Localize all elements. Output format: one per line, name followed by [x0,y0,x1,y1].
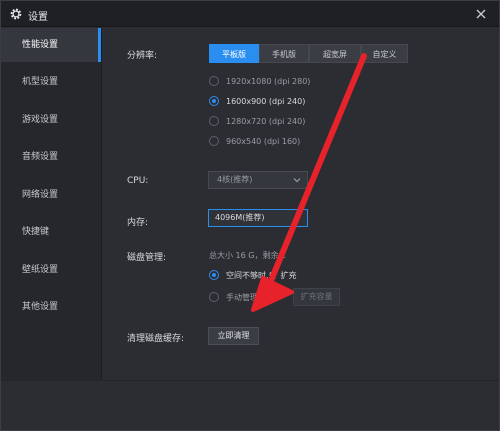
memory-label: 内存: [127,218,149,228]
resolution-option-1600[interactable]: 1600x900 (dpi 240) [209,94,305,108]
sidebar-item-performance[interactable]: 性能设置 [1,28,101,62]
cpu-select[interactable]: 4核(推荐) [208,171,308,189]
sidebar-item-audio[interactable]: 音频设置 [1,140,101,174]
footer-bar [1,380,499,430]
disk-option-auto[interactable]: 空间不够时,自 扩充 [209,268,297,282]
option-text: 空间不够时,自 [226,270,277,280]
settings-window: 设置 性能设置 机型设置 游戏设置 音频设置 网络设置 快捷键 壁纸设置 其他设… [0,0,500,431]
option-text: 1280x720 (dpi 240) [226,116,306,126]
resolution-option-960[interactable]: 960x540 (dpi 160) [209,134,300,148]
sidebar-item-model[interactable]: 机型设置 [1,65,101,99]
resolution-option-1920[interactable]: 1920x1080 (dpi 280) [209,74,310,88]
option-text: 手动管理磁 [226,292,266,302]
disk-summary: 总大小 16 G，剩余 1 [209,251,287,260]
resolution-label: 分辨率: [127,51,158,61]
radio-unchecked-icon [209,292,219,302]
tab-phone[interactable]: 手机版 [259,44,309,63]
sidebar-item-other[interactable]: 其他设置 [1,290,101,324]
cache-label: 清理磁盘缓存: [127,334,185,344]
memory-value: 4096M(推荐) [215,213,265,222]
memory-input[interactable]: 4096M(推荐) [208,209,308,227]
radio-unchecked-icon [209,116,219,126]
disk-option-manual[interactable]: 手动管理磁 [209,290,266,304]
tab-tablet[interactable]: 平板版 [209,44,259,63]
resolution-option-1280[interactable]: 1280x720 (dpi 240) [209,114,305,128]
chevron-down-icon [293,178,301,183]
option-text: 1600x900 (dpi 240) [226,96,306,106]
radio-unchecked-icon [209,136,219,146]
radio-checked-icon [209,96,219,106]
cpu-value: 4核(推荐) [217,175,253,184]
clean-now-button[interactable]: 立即清理 [208,327,259,345]
tab-custom[interactable]: 自定义 [361,44,408,63]
cpu-label: CPU: [127,176,149,186]
radio-checked-icon [209,270,219,280]
main-panel: 分辨率: 平板版 手机版 超宽屏 自定义 1920x1080 (dpi 280)… [102,28,499,380]
tab-ultrawide[interactable]: 超宽屏 [309,44,361,63]
gear-icon [10,8,22,20]
option-text: 960x540 (dpi 160) [226,136,301,146]
sidebar-item-shortcuts[interactable]: 快捷键 [1,215,101,249]
disk-label: 磁盘管理: [127,253,167,263]
window-title: 设置 [28,12,48,23]
option-text-tail: 扩充 [280,270,297,280]
sidebar: 性能设置 机型设置 游戏设置 音频设置 网络设置 快捷键 壁纸设置 其他设置 [1,28,102,380]
radio-unchecked-icon [209,76,219,86]
title-bar: 设置 [1,1,499,27]
sidebar-item-network[interactable]: 网络设置 [1,178,101,212]
expand-capacity-button[interactable]: 扩充容量 [293,288,340,306]
sidebar-item-game[interactable]: 游戏设置 [1,103,101,137]
option-text: 1920x1080 (dpi 280) [226,76,311,86]
close-icon[interactable] [473,6,489,22]
sidebar-item-wallpaper[interactable]: 壁纸设置 [1,253,101,287]
